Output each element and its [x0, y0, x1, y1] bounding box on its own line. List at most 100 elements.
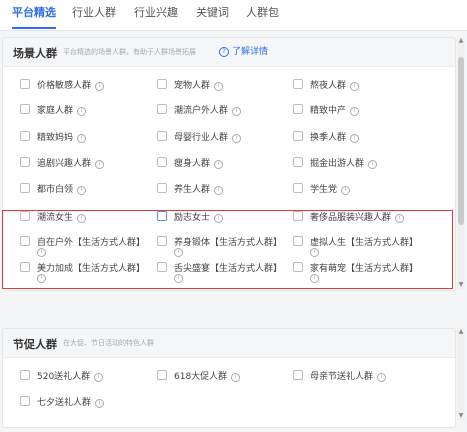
info-icon[interactable]: i [214, 214, 224, 223]
audience-label: 熬夜人群 [310, 81, 347, 91]
scene-panel-header: 场景人群 平台精选的场景人群，有助于人群场景拓展 ? 了解详情 [3, 38, 455, 67]
info-icon[interactable]: i [37, 274, 46, 283]
audience-label: 换季人群 [310, 133, 347, 143]
checkbox[interactable] [157, 262, 167, 272]
checkbox[interactable] [157, 236, 167, 246]
audience-label: 追剧兴趣人群 [37, 159, 92, 169]
checkbox[interactable] [20, 370, 30, 380]
info-icon[interactable]: i [231, 373, 241, 382]
checkbox[interactable] [293, 370, 303, 380]
scroll-up-icon[interactable]: ▲ [457, 37, 465, 45]
audience-label: 自在户外【生活方式人群】 [37, 238, 146, 248]
info-icon[interactable]: i [77, 107, 87, 116]
scene-panel-description: 平台精选的场景人群，有助于人群场景拓展 [63, 48, 196, 56]
audience-label: 家有萌宠【生活方式人群】 [310, 264, 419, 274]
info-icon[interactable]: i [377, 373, 387, 382]
checkbox[interactable] [293, 236, 303, 246]
checkbox[interactable] [20, 396, 30, 406]
audience-label: 舌尖盛宴【生活方式人群】 [174, 264, 283, 274]
tab-audience-package[interactable]: 人群包 [240, 0, 285, 30]
scroll-down-icon[interactable]: ▼ [457, 281, 465, 289]
info-icon[interactable]: i [77, 134, 87, 143]
audience-label: 母婴行业人群 [174, 133, 229, 143]
info-icon[interactable]: i [174, 274, 183, 283]
audience-label: 虚拟人生【生活方式人群】 [310, 238, 419, 248]
checkbox[interactable] [20, 262, 30, 272]
info-icon[interactable]: i [94, 373, 104, 382]
info-icon[interactable]: i [214, 82, 224, 91]
audience-label: 精致妈妈 [37, 133, 74, 143]
checkbox[interactable] [157, 131, 167, 141]
audience-label: 潮流女生 [37, 213, 74, 223]
audience-label: 潮流户外人群 [174, 106, 229, 116]
question-icon: ? [219, 47, 229, 57]
info-icon[interactable]: i [368, 160, 378, 169]
checkbox[interactable] [293, 104, 303, 114]
tab-keywords[interactable]: 关键词 [190, 0, 235, 30]
checkbox[interactable] [157, 104, 167, 114]
scene-audience-panel: 场景人群 平台精选的场景人群，有助于人群场景拓展 ? 了解详情 价格敏感人群 i 宠… [2, 37, 456, 291]
info-icon[interactable]: i [350, 134, 360, 143]
tab-industry-interest[interactable]: 行业兴趣 [128, 0, 184, 30]
checkbox[interactable] [20, 211, 30, 221]
checkbox[interactable] [157, 157, 167, 167]
promo-label: 520送礼人群 [37, 372, 91, 382]
tab-platform-picks[interactable]: 平台精选 [4, 0, 64, 30]
scroll-up-icon[interactable]: ▲ [457, 328, 465, 336]
info-icon[interactable]: i [77, 186, 87, 195]
info-icon[interactable]: i [350, 107, 360, 116]
info-icon[interactable]: i [395, 214, 405, 223]
scene-panel-title: 场景人群 [13, 47, 57, 60]
scroll-down-icon[interactable]: ▼ [457, 412, 465, 420]
info-icon[interactable]: i [232, 134, 242, 143]
info-icon[interactable]: i [341, 186, 351, 195]
promo-panel-description: 在大促、节日活动的特色人群 [63, 339, 154, 347]
checkbox[interactable] [157, 370, 167, 380]
learn-more-label: 了解详情 [232, 47, 269, 57]
checkbox[interactable] [20, 131, 30, 141]
info-icon[interactable]: i [232, 107, 242, 116]
info-icon[interactable]: i [214, 160, 224, 169]
info-icon[interactable]: i [214, 186, 224, 195]
info-icon[interactable]: i [95, 160, 105, 169]
checkbox[interactable] [293, 79, 303, 89]
info-icon[interactable]: i [310, 274, 319, 283]
scene-scrollbar[interactable]: ▲ ▼ [457, 37, 465, 289]
promo-scrollbar[interactable]: ▲ ▼ [457, 328, 465, 420]
checkbox[interactable] [157, 211, 167, 221]
checkbox[interactable] [293, 183, 303, 193]
checkbox[interactable] [293, 131, 303, 141]
checkbox[interactable] [293, 211, 303, 221]
checkbox[interactable] [20, 79, 30, 89]
audience-tabs: 平台精选 行业人群 行业兴趣 关键词 人群包 [0, 0, 467, 31]
audience-label: 奢侈品服装兴趣人群 [310, 213, 392, 223]
checkbox[interactable] [157, 183, 167, 193]
info-icon[interactable]: i [77, 214, 87, 223]
info-icon[interactable]: i [37, 248, 46, 257]
promo-audience-panel: 节促人群 在大促、节日活动的特色人群 520送礼人群 i 618大促人群 i 母亲节… [2, 328, 456, 428]
promo-label: 七夕送礼人群 [37, 398, 92, 408]
info-icon[interactable]: i [95, 399, 105, 408]
checkbox[interactable] [20, 183, 30, 193]
audience-label: 精致中产 [310, 106, 347, 116]
checkbox[interactable] [20, 157, 30, 167]
info-icon[interactable]: i [174, 248, 183, 257]
promo-label: 母亲节送礼人群 [310, 372, 374, 382]
audience-label: 学生党 [310, 185, 338, 195]
info-icon[interactable]: i [310, 248, 319, 257]
checkbox[interactable] [20, 104, 30, 114]
checkbox[interactable] [293, 262, 303, 272]
tab-industry-audience[interactable]: 行业人群 [66, 0, 122, 30]
learn-more-link[interactable]: ? 了解详情 [219, 44, 268, 57]
checkbox[interactable] [293, 157, 303, 167]
scroll-thumb[interactable] [458, 57, 464, 225]
audience-label: 养生人群 [174, 185, 211, 195]
info-icon[interactable]: i [95, 82, 105, 91]
promo-panel-title: 节促人群 [13, 338, 57, 351]
audience-label: 都市白领 [37, 185, 74, 195]
audience-label: 掘金出游人群 [310, 159, 365, 169]
checkbox[interactable] [20, 236, 30, 246]
audience-label: 家庭人群 [37, 106, 74, 116]
checkbox[interactable] [157, 79, 167, 89]
info-icon[interactable]: i [350, 82, 360, 91]
